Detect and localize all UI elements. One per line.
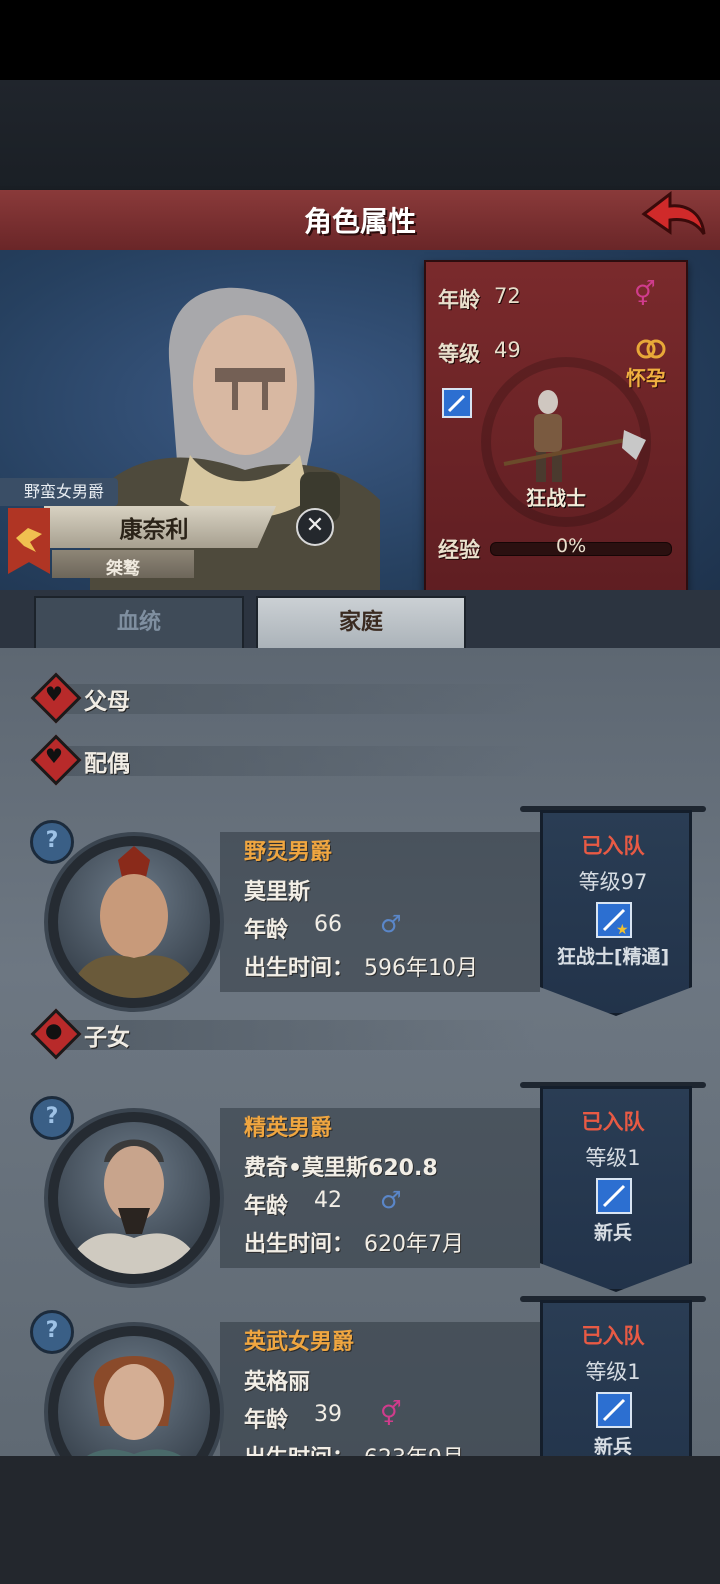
child-birth: 620年7月	[364, 1232, 464, 1257]
title-bar: 角色属性	[0, 190, 720, 253]
child-card[interactable]: ? 精英男爵 费奇•莫里斯620.8 年龄 42 ♂ 出生时间： 620年7月 …	[30, 1082, 710, 1292]
child-class: 新兵	[593, 1436, 632, 1456]
page-title: 角色属性	[303, 205, 416, 238]
svg-text:★: ★	[616, 922, 629, 936]
child-title: 英武女男爵	[244, 1330, 355, 1355]
navigation-bar	[0, 1456, 720, 1584]
spouse-birth: 596年10月	[364, 956, 478, 981]
level-value: 49	[494, 338, 521, 362]
parents-section-header: ♥ 父母	[30, 672, 536, 724]
character-name: 康奈利	[119, 517, 189, 543]
family-panel: ♥ 父母 ♥ 配偶 ? 野灵男爵 莫里斯 年龄 66 ♂ 出生时间： 596年1…	[0, 648, 720, 1456]
child-class: 新兵	[593, 1222, 632, 1244]
spouse-name: 莫里斯	[244, 880, 311, 905]
exp-percentage: 0%	[556, 535, 587, 557]
child-avatar	[87, 1356, 181, 1456]
child-age: 39	[314, 1402, 342, 1427]
child-name: 英格丽	[244, 1370, 311, 1395]
berserker-figure	[503, 390, 646, 482]
child-age-label: 年龄	[244, 1194, 289, 1219]
spouse-avatar	[68, 846, 200, 998]
male-icon: ♂	[380, 1186, 402, 1214]
tab-bloodline[interactable]: 血统	[34, 596, 244, 652]
spouse-age-label: 年龄	[244, 918, 289, 943]
age-label: 年龄	[438, 288, 480, 312]
spouse-birth-label: 出生时间：	[244, 956, 355, 981]
close-icon[interactable]: ✕	[296, 508, 334, 546]
question-icon[interactable]: ?	[30, 820, 74, 864]
sword-class-icon	[596, 1392, 632, 1428]
sword-class-icon	[442, 388, 472, 418]
tab-family[interactable]: 家庭	[256, 596, 466, 652]
level-label: 等级	[438, 342, 480, 366]
child-status: 已入队	[581, 1324, 645, 1348]
spouse-section-header: ♥ 配偶	[30, 734, 536, 786]
child-title: 精英男爵	[244, 1116, 333, 1141]
sword-class-icon	[596, 1178, 632, 1214]
female-icon: ⚥	[634, 280, 656, 308]
spouse-portrait	[44, 832, 224, 1012]
character-trait: 桀骜	[106, 559, 140, 579]
class-name: 狂战士	[526, 486, 586, 510]
wedding-rings-icon	[636, 339, 666, 359]
spouse-level: 等级97	[578, 870, 648, 894]
question-icon[interactable]: ?	[30, 1096, 74, 1140]
spouse-age: 66	[314, 912, 342, 937]
child-birth: 623年9月	[364, 1440, 464, 1456]
children-section-header: ● 子女	[30, 1008, 536, 1060]
child-birth-label: 出生时间：	[244, 1440, 354, 1456]
back-button[interactable]	[640, 190, 708, 246]
child-level: 等级1	[585, 1146, 641, 1170]
question-icon[interactable]: ?	[30, 1310, 74, 1354]
female-icon: ⚥	[380, 1400, 402, 1428]
child-age-label: 年龄	[244, 1408, 289, 1433]
age-value: 72	[494, 284, 521, 308]
back-arrow-icon	[641, 190, 706, 235]
child-status: 已入队	[581, 1110, 645, 1134]
sword-class-icon: ★	[596, 902, 632, 938]
child-age: 42	[314, 1188, 342, 1213]
child-name: 费奇•莫里斯620.8	[244, 1156, 438, 1181]
spouse-title: 野灵男爵	[244, 840, 333, 865]
spouse-class: 狂战士[精通]	[556, 946, 670, 968]
parents-label: 父母	[84, 689, 130, 715]
spouse-status: 已入队	[581, 834, 645, 858]
child-birth-label: 出生时间：	[244, 1232, 355, 1257]
child-portrait	[44, 1108, 224, 1288]
stats-panel: 年龄 72 ⚥ 等级 49 怀孕 狂战士 经验 0%	[424, 260, 688, 594]
status-bar	[0, 0, 720, 80]
spouse-label: 配偶	[84, 751, 130, 777]
child-card[interactable]: ? 英武女男爵 英格丽 年龄 39 ⚥ 出生时间： 623年9月 已入队 等级1…	[30, 1296, 710, 1456]
male-icon: ♂	[380, 910, 402, 938]
exp-label: 经验	[438, 538, 480, 562]
child-level: 等级1	[585, 1360, 641, 1384]
child-avatar	[64, 1139, 204, 1274]
rank-tag: 野蛮女男爵	[0, 478, 118, 506]
spouse-card[interactable]: ? 野灵男爵 莫里斯 年龄 66 ♂ 出生时间： 596年10月 已入队 等级9…	[30, 806, 710, 1016]
children-label: 子女	[84, 1025, 130, 1051]
top-background	[0, 80, 720, 192]
